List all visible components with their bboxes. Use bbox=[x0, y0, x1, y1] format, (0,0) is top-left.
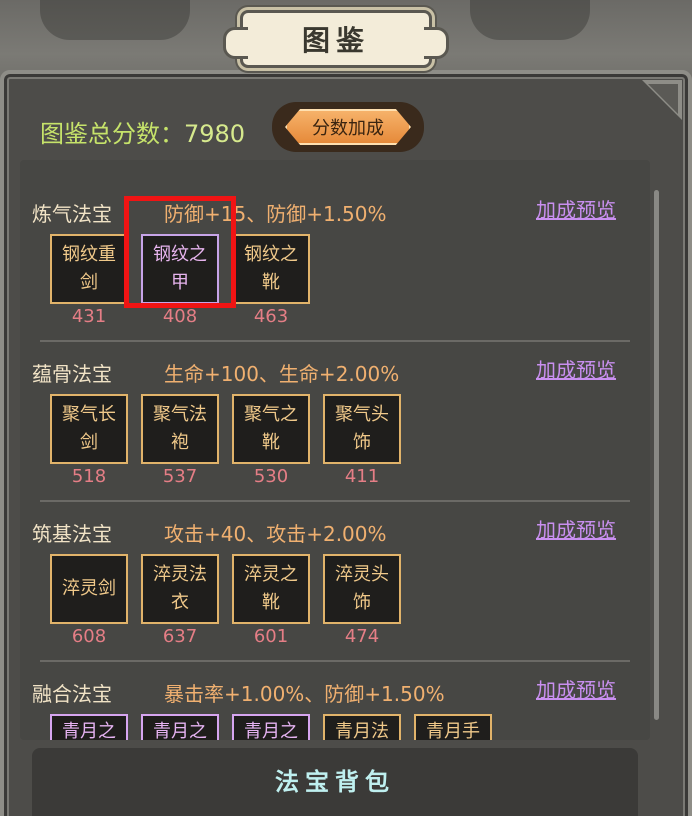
item-count: 408 bbox=[162, 306, 198, 327]
section-name: 筑基法宝 bbox=[32, 522, 112, 546]
score-bonus-button[interactable]: 分数加成 bbox=[272, 102, 424, 152]
section-name: 蕴骨法宝 bbox=[32, 362, 112, 386]
item-card[interactable]: 青月之 bbox=[141, 714, 219, 740]
page-title: 图鉴 bbox=[301, 24, 370, 57]
item-count: 463 bbox=[253, 306, 289, 327]
item-card[interactable]: 淬灵之靴 bbox=[232, 554, 310, 624]
item-card[interactable]: 淬灵剑 bbox=[50, 554, 128, 624]
bonus-preview-link[interactable]: 加成预览 bbox=[536, 674, 616, 703]
item-card[interactable]: 聚气头饰 bbox=[323, 394, 401, 464]
item-count: 608 bbox=[71, 626, 107, 647]
score-label: 图鉴总分数： bbox=[40, 120, 184, 148]
score-value: 7980 bbox=[184, 120, 246, 148]
item-count: 530 bbox=[253, 466, 289, 487]
section-ronghe: 融合法宝 暴击率+1.00%、防御+1.50% 加成预览 青月之 青月之 青月之… bbox=[20, 654, 650, 740]
section-bonus: 攻击+40、攻击+2.00% bbox=[164, 522, 387, 546]
section-lianqi: 炼气法宝 防御+15、防御+1.50% 加成预览 钢纹重剑 431 钢纹之甲 4… bbox=[20, 174, 650, 342]
item-count: 411 bbox=[344, 466, 380, 487]
bonus-preview-link[interactable]: 加成预览 bbox=[536, 514, 616, 543]
section-zhuji: 筑基法宝 攻击+40、攻击+2.00% 加成预览 淬灵剑 608 淬灵法衣 63… bbox=[20, 494, 650, 662]
item-card[interactable]: 青月法 bbox=[323, 714, 401, 740]
bonus-preview-link[interactable]: 加成预览 bbox=[536, 194, 616, 223]
backpack-title: 法宝背包 bbox=[275, 767, 395, 796]
collection-list[interactable]: 炼气法宝 防御+15、防御+1.50% 加成预览 钢纹重剑 431 钢纹之甲 4… bbox=[20, 160, 650, 740]
corner-ornament-icon bbox=[642, 80, 682, 120]
item-card[interactable]: 钢纹重剑 bbox=[50, 234, 128, 304]
item-card[interactable]: 青月手 bbox=[414, 714, 492, 740]
item-count: 537 bbox=[162, 466, 198, 487]
title-plaque: 图鉴 bbox=[223, 10, 449, 68]
section-name: 炼气法宝 bbox=[32, 202, 112, 226]
bonus-preview-link[interactable]: 加成预览 bbox=[536, 354, 616, 383]
section-yungu: 蕴骨法宝 生命+100、生命+2.00% 加成预览 聚气长剑 518 聚气法袍 … bbox=[20, 334, 650, 502]
item-count: 431 bbox=[71, 306, 107, 327]
item-card[interactable]: 青月之 bbox=[50, 714, 128, 740]
treasure-backpack-panel[interactable]: 法宝背包 bbox=[32, 748, 638, 816]
section-bonus: 暴击率+1.00%、防御+1.50% bbox=[164, 682, 445, 706]
item-card[interactable]: 淬灵头饰 bbox=[323, 554, 401, 624]
total-score: 图鉴总分数：7980 bbox=[40, 114, 245, 149]
item-count: 601 bbox=[253, 626, 289, 647]
score-bonus-label: 分数加成 bbox=[285, 109, 411, 145]
item-card[interactable]: 青月之 bbox=[232, 714, 310, 740]
item-card[interactable]: 聚气法袍 bbox=[141, 394, 219, 464]
item-card[interactable]: 钢纹之靴 bbox=[232, 234, 310, 304]
item-card[interactable]: 淬灵法衣 bbox=[141, 554, 219, 624]
item-count: 637 bbox=[162, 626, 198, 647]
item-count: 474 bbox=[344, 626, 380, 647]
selection-highlight bbox=[124, 196, 236, 308]
section-name: 融合法宝 bbox=[32, 682, 112, 706]
item-card[interactable]: 聚气之靴 bbox=[232, 394, 310, 464]
section-bonus: 生命+100、生命+2.00% bbox=[164, 362, 400, 386]
item-card[interactable]: 聚气长剑 bbox=[50, 394, 128, 464]
list-scrollbar[interactable] bbox=[654, 190, 659, 720]
item-count: 518 bbox=[71, 466, 107, 487]
